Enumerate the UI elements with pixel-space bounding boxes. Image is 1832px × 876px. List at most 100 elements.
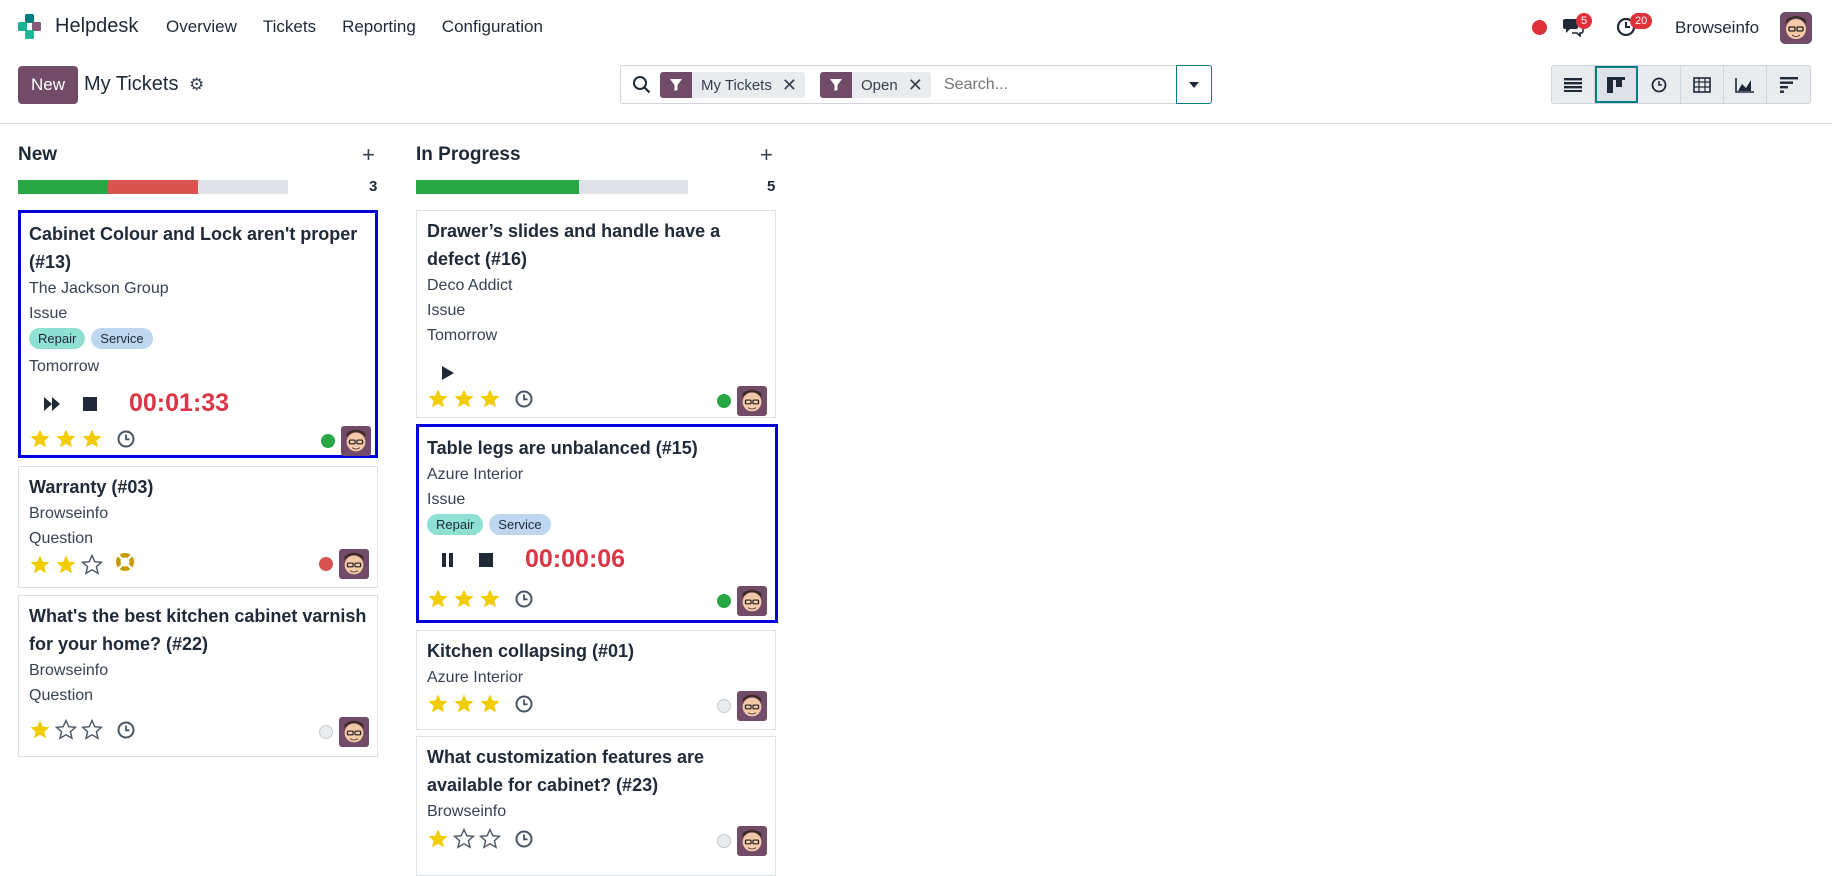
kanban-card[interactable]: Kitchen collapsing (#01) Azure Interior xyxy=(416,630,776,730)
card-customer: Azure Interior xyxy=(427,466,524,483)
progress-green[interactable] xyxy=(416,180,579,194)
remove-facet-icon[interactable]: ✕ xyxy=(782,75,805,96)
activity-clock-icon[interactable] xyxy=(514,829,534,849)
resume-timer-icon[interactable] xyxy=(41,393,63,415)
column-progress-bar[interactable] xyxy=(416,180,688,194)
recording-indicator-icon[interactable] xyxy=(1532,20,1547,35)
priority-stars xyxy=(29,719,136,741)
kanban-state-indicator[interactable] xyxy=(717,699,731,713)
star-filled-icon[interactable] xyxy=(29,554,51,576)
view-switcher xyxy=(1551,65,1811,104)
user-name[interactable]: Browseinfo xyxy=(1675,18,1759,38)
graph-view-icon[interactable] xyxy=(1724,66,1767,103)
star-filled-icon[interactable] xyxy=(479,588,501,610)
star-filled-icon[interactable] xyxy=(479,388,501,410)
kanban-state-indicator[interactable] xyxy=(319,725,333,739)
activity-clock-icon[interactable] xyxy=(116,429,136,449)
new-button[interactable]: New xyxy=(18,66,78,104)
app-name[interactable]: Helpdesk xyxy=(55,15,138,38)
star-filled-icon[interactable] xyxy=(55,554,77,576)
kanban-state-indicator[interactable] xyxy=(717,594,731,608)
star-empty-icon[interactable] xyxy=(479,828,501,850)
helpdesk-logo-icon[interactable] xyxy=(18,14,44,40)
remove-facet-icon[interactable]: ✕ xyxy=(908,75,931,96)
kanban-card[interactable]: What customization features are availabl… xyxy=(416,736,776,876)
kanban-view-icon[interactable] xyxy=(1595,66,1638,103)
star-empty-icon[interactable] xyxy=(55,719,77,741)
priority-stars xyxy=(29,428,136,450)
messages-badge: 5 xyxy=(1576,13,1593,29)
user-avatar[interactable] xyxy=(1780,12,1812,44)
menu-reporting[interactable]: Reporting xyxy=(342,17,416,37)
add-card-icon[interactable]: + xyxy=(760,142,773,168)
star-filled-icon[interactable] xyxy=(29,719,51,741)
pivot-view-icon[interactable] xyxy=(1681,66,1724,103)
activities-badge: 20 xyxy=(1630,13,1653,29)
kanban-card[interactable]: What's the best kitchen cabinet varnish … xyxy=(18,595,378,757)
list-view-icon[interactable] xyxy=(1552,66,1595,103)
star-empty-icon[interactable] xyxy=(453,828,475,850)
kanban-state-indicator[interactable] xyxy=(319,557,333,571)
star-filled-icon[interactable] xyxy=(427,388,449,410)
star-filled-icon[interactable] xyxy=(427,828,449,850)
assignee-avatar[interactable] xyxy=(341,426,371,456)
activity-view-icon[interactable] xyxy=(1638,66,1681,103)
search-options-toggle[interactable] xyxy=(1176,65,1212,104)
start-timer-icon[interactable] xyxy=(437,362,459,384)
card-type: Question xyxy=(29,687,94,704)
search-input[interactable] xyxy=(944,72,1174,98)
kanban-state-indicator[interactable] xyxy=(717,834,731,848)
progress-green[interactable] xyxy=(18,180,108,194)
gear-icon[interactable]: ⚙ xyxy=(189,75,204,95)
activity-clock-icon[interactable] xyxy=(116,720,136,740)
kanban-card[interactable]: Warranty (#03) Browseinfo Question xyxy=(18,466,378,588)
assignee-avatar[interactable] xyxy=(737,826,767,856)
star-filled-icon[interactable] xyxy=(81,428,103,450)
card-type: Issue xyxy=(427,491,466,508)
card-customer: Browseinfo xyxy=(29,505,109,522)
menu-configuration[interactable]: Configuration xyxy=(442,17,543,37)
add-card-icon[interactable]: + xyxy=(362,142,375,168)
kanban-card[interactable]: Cabinet Colour and Lock aren't proper (#… xyxy=(18,210,378,458)
cohort-view-icon[interactable] xyxy=(1767,66,1810,103)
card-title: Drawer’s slides and handle have a defect… xyxy=(427,221,721,269)
card-type: Issue xyxy=(29,305,68,322)
assignee-avatar[interactable] xyxy=(737,586,767,616)
activity-clock-icon[interactable] xyxy=(514,589,534,609)
star-empty-icon[interactable] xyxy=(81,553,103,576)
card-customer: The Jackson Group xyxy=(29,280,169,297)
kanban-state-indicator[interactable] xyxy=(321,434,335,448)
activity-clock-icon[interactable] xyxy=(514,694,534,714)
star-filled-icon[interactable] xyxy=(427,693,449,715)
star-filled-icon[interactable] xyxy=(453,693,475,715)
column-progress-bar[interactable] xyxy=(18,180,288,194)
priority-stars xyxy=(427,693,534,715)
timer-value: 00:01:33 xyxy=(129,389,230,417)
star-filled-icon[interactable] xyxy=(453,388,475,410)
menu-tickets[interactable]: Tickets xyxy=(263,17,316,37)
stop-timer-icon[interactable] xyxy=(79,393,101,415)
kanban-card[interactable]: Drawer’s slides and handle have a defect… xyxy=(416,210,776,418)
progress-red[interactable] xyxy=(108,180,198,194)
kanban-state-indicator[interactable] xyxy=(717,394,731,408)
activity-clock-icon[interactable] xyxy=(514,389,534,409)
column-title[interactable]: In Progress xyxy=(416,144,521,166)
assignee-avatar[interactable] xyxy=(339,549,369,579)
star-filled-icon[interactable] xyxy=(427,588,449,610)
lifebuoy-activity-icon[interactable] xyxy=(114,551,136,578)
pause-timer-icon[interactable] xyxy=(437,549,459,571)
assignee-avatar[interactable] xyxy=(737,691,767,721)
kanban-card[interactable]: Table legs are unbalanced (#15) Azure In… xyxy=(416,424,778,623)
card-title: Cabinet Colour and Lock aren't proper (#… xyxy=(29,224,358,272)
assignee-avatar[interactable] xyxy=(339,717,369,747)
star-filled-icon[interactable] xyxy=(55,428,77,450)
stop-timer-icon[interactable] xyxy=(475,549,497,571)
star-filled-icon[interactable] xyxy=(453,588,475,610)
star-filled-icon[interactable] xyxy=(479,693,501,715)
search-icon[interactable] xyxy=(632,75,652,95)
column-title[interactable]: New xyxy=(18,144,57,166)
star-empty-icon[interactable] xyxy=(81,719,103,741)
assignee-avatar[interactable] xyxy=(737,386,767,416)
star-filled-icon[interactable] xyxy=(29,428,51,450)
menu-overview[interactable]: Overview xyxy=(166,17,237,37)
